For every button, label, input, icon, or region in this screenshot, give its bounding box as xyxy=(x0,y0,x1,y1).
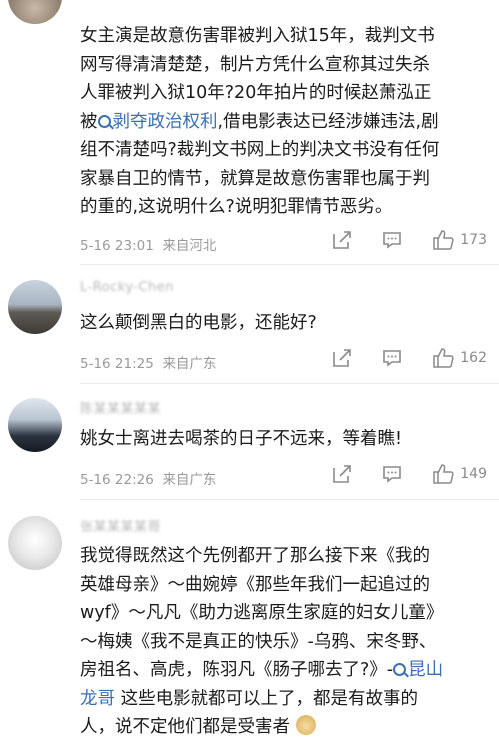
comment-meta: 5-16 22:26 来自广东 xyxy=(80,472,217,488)
comment-text: 女主演是故意伤害罪被判入狱15年，裁判文书 网写得清清楚楚，制片方凭什么宣称其过… xyxy=(80,26,440,217)
username[interactable]: 张某某某某哥 xyxy=(80,516,161,535)
thumbs-up-icon xyxy=(433,464,454,484)
avatar[interactable] xyxy=(8,398,62,452)
reply-button[interactable] xyxy=(382,230,402,250)
like-button[interactable]: 149 xyxy=(432,464,487,484)
comment-icon xyxy=(383,466,402,483)
share-button[interactable] xyxy=(332,230,352,250)
like-count: 162 xyxy=(460,350,487,366)
comment-actions: 162 xyxy=(302,348,487,368)
thumbs-up-icon xyxy=(433,230,454,250)
share-icon xyxy=(333,465,352,483)
share-button[interactable] xyxy=(332,348,352,368)
divider xyxy=(80,499,499,500)
search-icon xyxy=(97,114,111,128)
share-icon xyxy=(333,349,352,367)
doge-emoji-icon xyxy=(295,715,316,735)
reply-button[interactable] xyxy=(382,464,402,484)
like-button[interactable]: 173 xyxy=(432,230,487,250)
topic-link[interactable]: 剥夺政治权利 xyxy=(97,112,218,132)
avatar[interactable] xyxy=(8,516,62,570)
comment-text: 姚女士离进去喝茶的日子不远来，等着瞧! xyxy=(80,429,403,449)
comment-icon xyxy=(383,232,402,249)
username[interactable]: L-Rocky-Chen xyxy=(80,280,174,295)
divider xyxy=(80,383,499,384)
topic-link[interactable]: 昆山 xyxy=(393,660,443,680)
comment-icon xyxy=(383,350,402,367)
comment-meta: 5-16 23:01 来自河北 xyxy=(80,238,217,254)
comment-text: 这么颠倒黑白的电影，还能好? xyxy=(80,313,317,333)
thumbs-up-icon xyxy=(433,348,454,368)
like-count: 149 xyxy=(460,466,487,482)
avatar[interactable] xyxy=(8,0,62,24)
share-icon xyxy=(333,231,352,249)
search-icon xyxy=(393,663,407,676)
topic-link-continued[interactable]: 龙哥 xyxy=(80,689,115,709)
share-button[interactable] xyxy=(332,464,352,484)
reply-button[interactable] xyxy=(382,348,402,368)
username[interactable]: 陈某某某某某 xyxy=(80,398,161,417)
comment-text: 我觉得既然这个先例都开了那么接下来《我的 英雄母亲》～曲婉婷《那些年我们一起追过… xyxy=(80,546,444,737)
like-button[interactable]: 162 xyxy=(432,348,487,368)
like-count: 173 xyxy=(460,232,487,248)
avatar[interactable] xyxy=(8,280,62,334)
comment-meta: 5-16 21:25 来自广东 xyxy=(80,356,217,372)
comment-actions: 149 xyxy=(302,464,487,484)
comment-actions: 173 xyxy=(302,230,487,250)
divider xyxy=(80,264,499,265)
